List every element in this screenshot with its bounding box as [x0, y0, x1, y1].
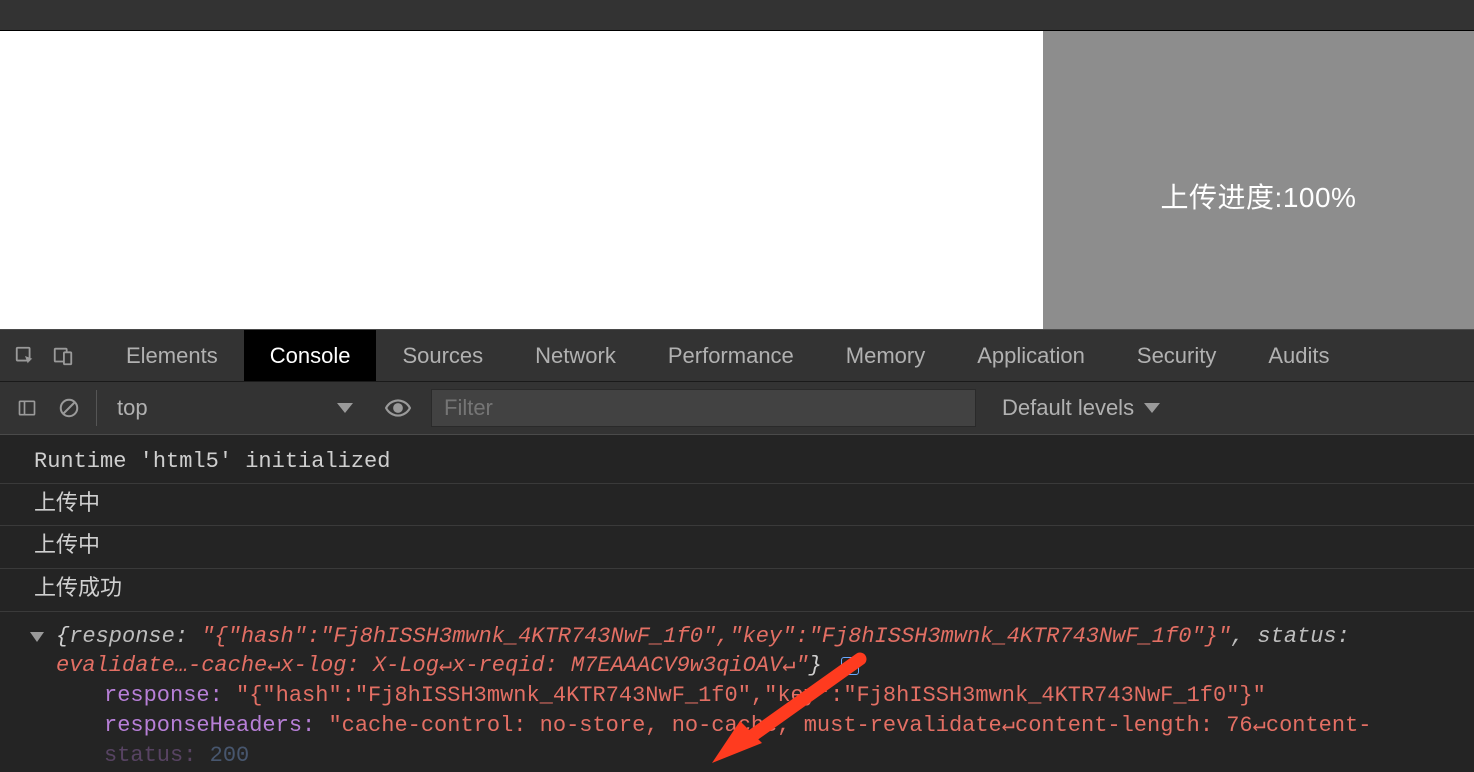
tab-network[interactable]: Network [509, 330, 642, 381]
live-expression-icon[interactable] [379, 389, 417, 427]
tab-audits[interactable]: Audits [1242, 330, 1355, 381]
console-toolbar: top Default levels [0, 382, 1474, 435]
toolbar-separator [96, 390, 97, 426]
log-line: 上传中 [0, 484, 1474, 527]
inspect-icon[interactable] [6, 337, 44, 375]
chevron-down-icon [337, 403, 353, 413]
info-icon[interactable]: i [841, 657, 859, 675]
console-output[interactable]: Runtime 'html5' initialized 上传中 上传中 上传成功… [0, 435, 1474, 772]
tab-elements[interactable]: Elements [100, 330, 244, 381]
devtools-panel: Elements Console Sources Network Perform… [0, 329, 1474, 772]
object-summary-line: evalidate…-cache↵x-log: X-Log↵x-reqid: M… [20, 651, 1466, 681]
browser-toolbar [0, 0, 1474, 31]
log-line: Runtime 'html5' initialized [0, 435, 1474, 484]
tab-performance[interactable]: Performance [642, 330, 820, 381]
tab-memory[interactable]: Memory [820, 330, 951, 381]
console-filter-input[interactable] [431, 389, 976, 427]
upload-area[interactable] [0, 31, 1043, 329]
console-sidebar-toggle-icon[interactable] [8, 389, 46, 427]
devtools-tabstrip: Elements Console Sources Network Perform… [0, 329, 1474, 382]
log-line: 上传成功 [0, 569, 1474, 612]
device-toggle-icon[interactable] [44, 337, 82, 375]
execution-context-select[interactable]: top [105, 395, 365, 421]
disclosure-triangle-icon[interactable] [30, 632, 44, 642]
chevron-down-icon [1144, 403, 1160, 413]
upload-progress-label: 上传进度:100% [1043, 176, 1474, 216]
tab-security[interactable]: Security [1111, 330, 1242, 381]
tab-console[interactable]: Console [244, 330, 377, 381]
page-content: 上传进度:100% [0, 31, 1474, 329]
tab-sources[interactable]: Sources [376, 330, 509, 381]
tab-application[interactable]: Application [951, 330, 1111, 381]
object-property: response: "{"hash":"Fj8hISSH3mwnk_4KTR74… [20, 681, 1466, 711]
log-levels-select[interactable]: Default levels [1002, 395, 1160, 421]
object-property: responseHeaders: "cache-control: no-stor… [20, 711, 1466, 741]
context-label: top [117, 395, 148, 421]
log-line: 上传中 [0, 526, 1474, 569]
levels-label: Default levels [1002, 395, 1134, 421]
object-summary-line: {response: "{"hash":"Fj8hISSH3mwnk_4KTR7… [20, 622, 1466, 652]
object-property: status: 200 [20, 741, 1466, 771]
clear-console-icon[interactable] [50, 389, 88, 427]
progress-panel: 上传进度:100% [1043, 31, 1474, 329]
log-object[interactable]: {response: "{"hash":"Fj8hISSH3mwnk_4KTR7… [0, 612, 1474, 770]
